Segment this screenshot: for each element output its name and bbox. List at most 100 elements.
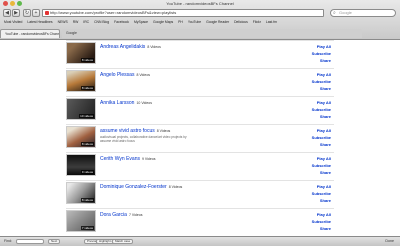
playlist-title-link[interactable]: Dora Garcia (100, 212, 127, 218)
playlist-video-count: 10 Videos (136, 101, 152, 105)
bookmark-item[interactable]: Flickr (253, 20, 261, 24)
forward-button[interactable]: ▶ (12, 9, 20, 17)
thumbnail-count-badge: 8 videos (80, 198, 94, 202)
search-input[interactable]: ⌕ Google (330, 9, 396, 17)
tab-youtube-channel[interactable]: YouTube - randomvideosBFs Channel (0, 29, 60, 38)
subscribe-link[interactable]: Subscribe (312, 218, 331, 225)
thumbnail-count-badge: 10 videos (79, 114, 94, 118)
play-all-link[interactable]: Play All (312, 155, 331, 162)
playlist-thumbnail[interactable]: 8 videos (66, 70, 96, 92)
playlist-title-link[interactable]: Cerith Wyn Evans (100, 156, 140, 162)
bookmark-item[interactable]: Delicious (234, 20, 248, 24)
find-next-button[interactable]: Next (48, 239, 61, 244)
subscribe-link[interactable]: Subscribe (312, 50, 331, 57)
playlist-actions: Play All Subscribe Share (312, 183, 331, 204)
reload-button[interactable]: ↻ (23, 9, 31, 17)
bookmark-item[interactable]: RW (73, 20, 79, 24)
playlist-thumbnail[interactable]: 10 videos (66, 98, 96, 120)
playlist-actions: Play All Subscribe Share (312, 99, 331, 120)
playlist-video-count: 8 Videos (156, 129, 171, 133)
bookmark-item[interactable]: MySpace (134, 20, 148, 24)
playlist-title-link[interactable]: assume vivid astro focus (100, 128, 155, 134)
subscribe-link[interactable]: Subscribe (312, 190, 331, 197)
playlist-row: 8 videos Dominique Gonzalez-Foerster 8 Vi… (66, 180, 334, 207)
bookmark-item[interactable]: Google Maps (153, 20, 173, 24)
bookmark-item[interactable]: PH (178, 20, 183, 24)
bookmark-item[interactable]: Latest Headlines (27, 20, 52, 24)
subscribe-link[interactable]: Subscribe (312, 106, 331, 113)
share-link[interactable]: Share (312, 225, 331, 232)
match-case-checkbox[interactable]: Match case (112, 239, 134, 244)
playlist-title-line: Annika Larsson 10 Videos (100, 100, 152, 106)
playlist-title-line: assume vivid astro focus 8 Videos (100, 128, 170, 134)
playlist-actions: Play All Subscribe Share (312, 71, 331, 92)
title-bar: YouTube - randomvideosBFs Channel (0, 0, 400, 8)
tab-strip: YouTube - randomvideosBFs Channel Google (0, 27, 400, 39)
thumbnail-count-badge: 8 videos (80, 142, 94, 146)
thumbnail-count-badge: 8 videos (80, 58, 94, 62)
playlist-thumbnail[interactable]: 8 videos (66, 182, 96, 204)
playlist-row: 10 videos Annika Larsson 10 Videos Play A… (66, 96, 334, 123)
play-all-link[interactable]: Play All (312, 127, 331, 134)
thumbnail-count-badge: 8 videos (80, 86, 94, 90)
bookmark-item[interactable]: NEWS (58, 20, 68, 24)
bookmark-item[interactable]: Facebook (114, 20, 129, 24)
play-all-link[interactable]: Play All (312, 183, 331, 190)
playlist-title-line: Cerith Wyn Evans 9 Videos (100, 156, 156, 162)
find-input[interactable] (16, 239, 44, 244)
find-bar: Find: Next Previous Highlight all Match … (0, 236, 400, 246)
bookmark-item[interactable]: Google Reader (206, 20, 229, 24)
subscribe-link[interactable]: Subscribe (312, 134, 331, 141)
share-link[interactable]: Share (312, 113, 331, 120)
playlist-video-count: 8 Videos (136, 73, 151, 77)
share-link[interactable]: Share (312, 85, 331, 92)
playlist-row: 8 videos Angelo Plessas 8 Videos Play All… (66, 68, 334, 95)
playlist-row: 7 videos Dora Garcia 7 Videos Play All Su… (66, 208, 334, 235)
share-link[interactable]: Share (312, 57, 331, 64)
subscribe-link[interactable]: Subscribe (312, 78, 331, 85)
playlist-title-link[interactable]: Dominique Gonzalez-Foerster (100, 184, 167, 190)
bookmark-item[interactable]: YouTube (188, 20, 201, 24)
playlist-title-link[interactable]: Andreas Angelidakis (100, 44, 145, 50)
share-link[interactable]: Share (312, 169, 331, 176)
bookmark-item[interactable]: CNN Blog (94, 20, 109, 24)
bookmark-item[interactable]: IRC (83, 20, 89, 24)
address-bar-text: http://www.youtube.com/profile?user=rand… (50, 10, 177, 15)
playlist-thumbnail[interactable]: 7 videos (66, 210, 96, 232)
subscribe-link[interactable]: Subscribe (312, 162, 331, 169)
navigation-toolbar: ◀ ▶ ↻ + http://www.youtube.com/profile?u… (0, 8, 400, 18)
playlist-description: audiovisual projects, collaborative danc… (100, 135, 187, 143)
bookmark-item[interactable]: Most Visited (4, 20, 22, 24)
browser-window: YouTube - randomvideosBFs Channel ◀ ▶ ↻ … (0, 0, 400, 246)
play-all-link[interactable]: Play All (312, 211, 331, 218)
play-all-link[interactable]: Play All (312, 71, 331, 78)
playlist-thumbnail[interactable]: 8 videos (66, 42, 96, 64)
playlist-actions: Play All Subscribe Share (312, 127, 331, 148)
playlist-actions: Play All Subscribe Share (312, 211, 331, 232)
playlist-title-line: Dominique Gonzalez-Foerster 8 Videos (100, 184, 182, 190)
share-link[interactable]: Share (312, 197, 331, 204)
playlist-title-link[interactable]: Angelo Plessas (100, 72, 134, 78)
playlist-title-line: Angelo Plessas 8 Videos (100, 72, 150, 78)
browser-chrome: YouTube - randomvideosBFs Channel ◀ ▶ ↻ … (0, 0, 400, 40)
playlist-video-count: 7 Videos (128, 213, 143, 217)
search-placeholder: Google (339, 10, 352, 15)
add-bookmark-button[interactable]: + (32, 9, 40, 17)
thumbnail-count-badge: 7 videos (80, 226, 94, 230)
bookmarks-bar: Most Visited Latest Headlines NEWS RW IR… (0, 19, 400, 26)
tab-google[interactable]: Google (62, 29, 362, 38)
address-bar[interactable]: http://www.youtube.com/profile?user=rand… (42, 9, 324, 17)
playlist-title-line: Andreas Angelidakis 8 Videos (100, 44, 161, 50)
status-text: Done (385, 239, 394, 243)
find-label: Find: (4, 239, 12, 243)
play-all-link[interactable]: Play All (312, 43, 331, 50)
thumbnail-count-badge: 9 videos (80, 170, 94, 174)
playlist-thumbnail[interactable]: 8 videos (66, 126, 96, 148)
playlist-row: 9 videos Cerith Wyn Evans 9 Videos Play A… (66, 152, 334, 179)
playlist-thumbnail[interactable]: 9 videos (66, 154, 96, 176)
back-button[interactable]: ◀ (3, 9, 11, 17)
bookmark-item[interactable]: Last.fm (266, 20, 277, 24)
playlist-title-link[interactable]: Annika Larsson (100, 100, 134, 106)
share-link[interactable]: Share (312, 141, 331, 148)
play-all-link[interactable]: Play All (312, 99, 331, 106)
